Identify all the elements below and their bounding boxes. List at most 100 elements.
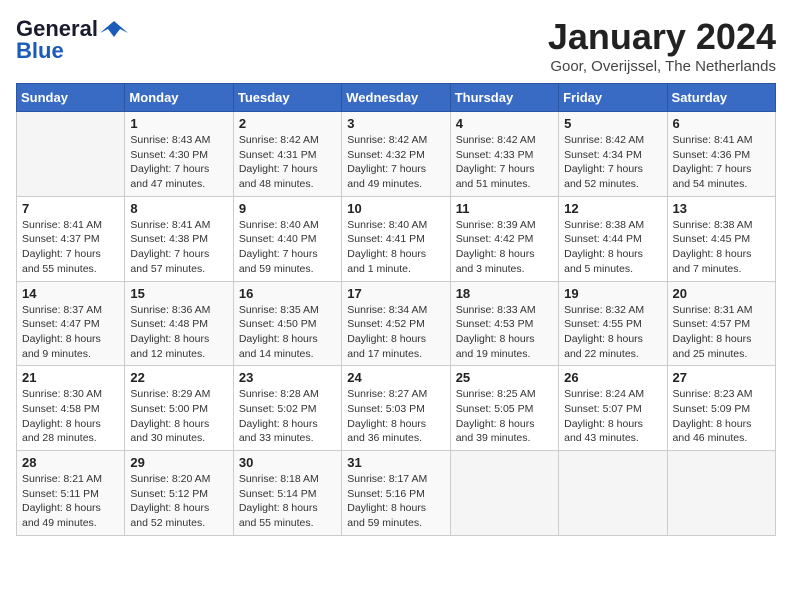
calendar-cell: 24Sunrise: 8:27 AMSunset: 5:03 PMDayligh…: [342, 366, 450, 451]
cell-content-line: Sunset: 4:33 PM: [456, 148, 553, 163]
day-number: 2: [239, 116, 336, 131]
cell-content-line: Sunrise: 8:41 AM: [22, 218, 119, 233]
cell-content-line: Daylight: 8 hours: [239, 332, 336, 347]
calendar-cell: 11Sunrise: 8:39 AMSunset: 4:42 PMDayligh…: [450, 196, 558, 281]
calendar-cell: 17Sunrise: 8:34 AMSunset: 4:52 PMDayligh…: [342, 281, 450, 366]
calendar-cell: 6 Sunrise: 8:41 AMSunset: 4:36 PMDaylight…: [667, 112, 775, 197]
cell-content-line: Sunset: 4:44 PM: [564, 232, 661, 247]
calendar-cell: 4Sunrise: 8:42 AMSunset: 4:33 PMDaylight…: [450, 112, 558, 197]
day-number: 13: [673, 201, 770, 216]
cell-content-line: Sunrise: 8:21 AM: [22, 472, 119, 487]
cell-content-line: Sunset: 5:11 PM: [22, 487, 119, 502]
cell-content-line: Sunset: 4:41 PM: [347, 232, 444, 247]
cell-content-line: Sunrise: 8:40 AM: [239, 218, 336, 233]
cell-content-line: and 46 minutes.: [673, 431, 770, 446]
cell-content-line: and 9 minutes.: [22, 347, 119, 362]
day-number: 16: [239, 286, 336, 301]
cell-content-line: and 30 minutes.: [130, 431, 227, 446]
cell-content-line: Daylight: 8 hours: [347, 417, 444, 432]
cell-content-line: Sunset: 4:30 PM: [130, 148, 227, 163]
cell-content-line: Sunrise: 8:41 AM: [673, 133, 770, 148]
calendar-cell: 1Sunrise: 8:43 AMSunset: 4:30 PMDaylight…: [125, 112, 233, 197]
calendar-cell: 27Sunrise: 8:23 AMSunset: 5:09 PMDayligh…: [667, 366, 775, 451]
cell-content-line: Daylight: 8 hours: [456, 417, 553, 432]
calendar-cell: 7Sunrise: 8:41 AMSunset: 4:37 PMDaylight…: [17, 196, 125, 281]
cell-content-line: Sunset: 5:14 PM: [239, 487, 336, 502]
calendar-cell: [559, 451, 667, 536]
calendar-cell: 26Sunrise: 8:24 AMSunset: 5:07 PMDayligh…: [559, 366, 667, 451]
cell-content-line: Sunset: 4:34 PM: [564, 148, 661, 163]
cell-content-line: Sunrise: 8:30 AM: [22, 387, 119, 402]
cell-content-line: Sunset: 5:12 PM: [130, 487, 227, 502]
day-number: 4: [456, 116, 553, 131]
cell-content-line: Daylight: 7 hours: [239, 162, 336, 177]
day-number: 6: [673, 116, 770, 131]
cell-content-line: Sunrise: 8:37 AM: [22, 303, 119, 318]
cell-content-line: Sunset: 5:02 PM: [239, 402, 336, 417]
cell-content-line: Daylight: 8 hours: [347, 332, 444, 347]
day-number: 18: [456, 286, 553, 301]
cell-content-line: Sunset: 4:55 PM: [564, 317, 661, 332]
calendar-cell: 25Sunrise: 8:25 AMSunset: 5:05 PMDayligh…: [450, 366, 558, 451]
calendar-cell: 2Sunrise: 8:42 AMSunset: 4:31 PMDaylight…: [233, 112, 341, 197]
day-number: 17: [347, 286, 444, 301]
day-number: 12: [564, 201, 661, 216]
header-day-monday: Monday: [125, 84, 233, 112]
cell-content-line: and 12 minutes.: [130, 347, 227, 362]
header-day-tuesday: Tuesday: [233, 84, 341, 112]
cell-content-line: Sunrise: 8:32 AM: [564, 303, 661, 318]
calendar-cell: 31Sunrise: 8:17 AMSunset: 5:16 PMDayligh…: [342, 451, 450, 536]
day-number: 30: [239, 455, 336, 470]
day-number: 8: [130, 201, 227, 216]
calendar-cell: [17, 112, 125, 197]
cell-content-line: Daylight: 7 hours: [130, 247, 227, 262]
calendar-cell: 29Sunrise: 8:20 AMSunset: 5:12 PMDayligh…: [125, 451, 233, 536]
cell-content-line: Sunset: 4:57 PM: [673, 317, 770, 332]
cell-content-line: and 55 minutes.: [239, 516, 336, 531]
cell-content-line: and 57 minutes.: [130, 262, 227, 277]
cell-content-line: Sunset: 4:47 PM: [22, 317, 119, 332]
cell-content-line: Sunset: 4:38 PM: [130, 232, 227, 247]
cell-content-line: Daylight: 8 hours: [564, 332, 661, 347]
cell-content-line: Daylight: 8 hours: [239, 501, 336, 516]
cell-content-line: Daylight: 8 hours: [22, 501, 119, 516]
cell-content-line: Daylight: 8 hours: [564, 247, 661, 262]
cell-content-line: Sunrise: 8:33 AM: [456, 303, 553, 318]
calendar-cell: 10Sunrise: 8:40 AMSunset: 4:41 PMDayligh…: [342, 196, 450, 281]
cell-content-line: Daylight: 8 hours: [673, 247, 770, 262]
day-number: 31: [347, 455, 444, 470]
cell-content-line: Daylight: 8 hours: [673, 332, 770, 347]
logo: General Blue: [16, 16, 128, 64]
cell-content-line: Daylight: 8 hours: [347, 247, 444, 262]
cell-content-line: and 52 minutes.: [130, 516, 227, 531]
header-day-sunday: Sunday: [17, 84, 125, 112]
cell-content-line: Daylight: 8 hours: [564, 417, 661, 432]
cell-content-line: Sunset: 5:07 PM: [564, 402, 661, 417]
cell-content-line: Sunrise: 8:42 AM: [347, 133, 444, 148]
calendar-cell: 15Sunrise: 8:36 AMSunset: 4:48 PMDayligh…: [125, 281, 233, 366]
cell-content-line: Sunrise: 8:18 AM: [239, 472, 336, 487]
cell-content-line: Sunset: 4:36 PM: [673, 148, 770, 163]
cell-content-line: Daylight: 8 hours: [130, 332, 227, 347]
cell-content-line: and 52 minutes.: [564, 177, 661, 192]
cell-content-line: and 49 minutes.: [22, 516, 119, 531]
cell-content-line: and 28 minutes.: [22, 431, 119, 446]
cell-content-line: Sunrise: 8:24 AM: [564, 387, 661, 402]
cell-content-line: Sunrise: 8:35 AM: [239, 303, 336, 318]
cell-content-line: Daylight: 7 hours: [673, 162, 770, 177]
cell-content-line: Sunset: 4:31 PM: [239, 148, 336, 163]
cell-content-line: Daylight: 8 hours: [456, 332, 553, 347]
calendar-cell: 14Sunrise: 8:37 AMSunset: 4:47 PMDayligh…: [17, 281, 125, 366]
calendar-cell: [667, 451, 775, 536]
day-number: 21: [22, 370, 119, 385]
calendar-header: SundayMondayTuesdayWednesdayThursdayFrid…: [17, 84, 776, 112]
day-number: 28: [22, 455, 119, 470]
calendar-table: SundayMondayTuesdayWednesdayThursdayFrid…: [16, 83, 776, 536]
cell-content-line: and 48 minutes.: [239, 177, 336, 192]
cell-content-line: and 25 minutes.: [673, 347, 770, 362]
title-area: January 2024 Goor, Overijssel, The Nethe…: [548, 16, 776, 75]
cell-content-line: Daylight: 8 hours: [239, 417, 336, 432]
cell-content-line: Daylight: 8 hours: [347, 501, 444, 516]
cell-content-line: Sunset: 4:48 PM: [130, 317, 227, 332]
cell-content-line: and 39 minutes.: [456, 431, 553, 446]
